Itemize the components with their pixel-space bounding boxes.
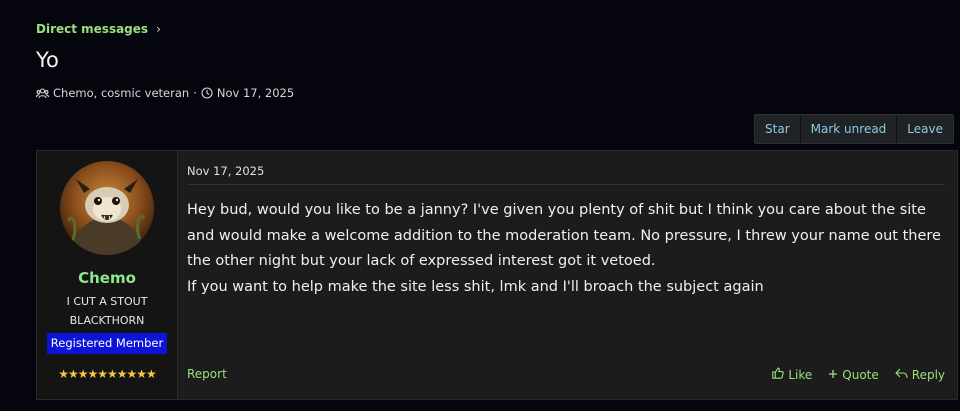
breadcrumb-link-direct-messages[interactable]: Direct messages (36, 22, 148, 36)
chevron-right-icon: › (156, 22, 161, 36)
like-button[interactable]: Like (772, 367, 812, 382)
meta-separator: · (193, 86, 197, 100)
username[interactable]: Chemo (37, 269, 177, 287)
message-actions: Like Quote Reply (772, 367, 945, 382)
user-title-line1: I CUT A STOUT (66, 295, 148, 308)
avatar[interactable] (60, 161, 154, 255)
thread-actions: Star Mark unread Leave (754, 114, 954, 144)
user-title: I CUT A STOUT BLACKTHORN (47, 292, 167, 330)
role-badge: Registered Member (47, 333, 167, 354)
post-date[interactable]: Nov 17, 2025 (187, 164, 264, 178)
thumbs-up-icon (772, 367, 785, 382)
message-paragraph: Hey bud, would you like to be a janny? I… (187, 202, 941, 269)
reply-label: Reply (911, 367, 945, 382)
report-link[interactable]: Report (187, 367, 227, 381)
message: Chemo I CUT A STOUT BLACKTHORN Registere… (36, 150, 958, 400)
quote-label: Quote (842, 367, 879, 382)
message-body: Hey bud, would you like to be a janny? I… (187, 198, 945, 300)
participants-text[interactable]: Chemo, cosmic veteran (53, 86, 189, 100)
page-title: Yo (36, 48, 59, 72)
like-label: Like (788, 367, 813, 382)
breadcrumb: Direct messages › (36, 22, 161, 36)
rating-stars: ★★★★★★★★★★ (58, 367, 157, 381)
thread-meta: Chemo, cosmic veteran · Nov 17, 2025 (36, 86, 294, 100)
divider (187, 184, 945, 185)
reply-icon (894, 368, 908, 382)
quote-button[interactable]: Quote (828, 367, 879, 382)
star-button[interactable]: Star (755, 115, 800, 143)
message-paragraph: If you want to help make the site less s… (187, 278, 764, 295)
users-icon (36, 87, 49, 99)
thread-date[interactable]: Nov 17, 2025 (217, 86, 294, 100)
leave-button[interactable]: Leave (896, 115, 953, 143)
message-user-cell: Chemo I CUT A STOUT BLACKTHORN Registere… (37, 151, 178, 399)
user-title-line2: BLACKTHORN (69, 314, 145, 327)
reply-button[interactable]: Reply (894, 367, 945, 382)
plus-icon (828, 368, 838, 382)
mark-unread-button[interactable]: Mark unread (799, 115, 897, 143)
clock-icon (201, 87, 213, 99)
message-content: Nov 17, 2025 Hey bud, would you like to … (187, 151, 945, 399)
